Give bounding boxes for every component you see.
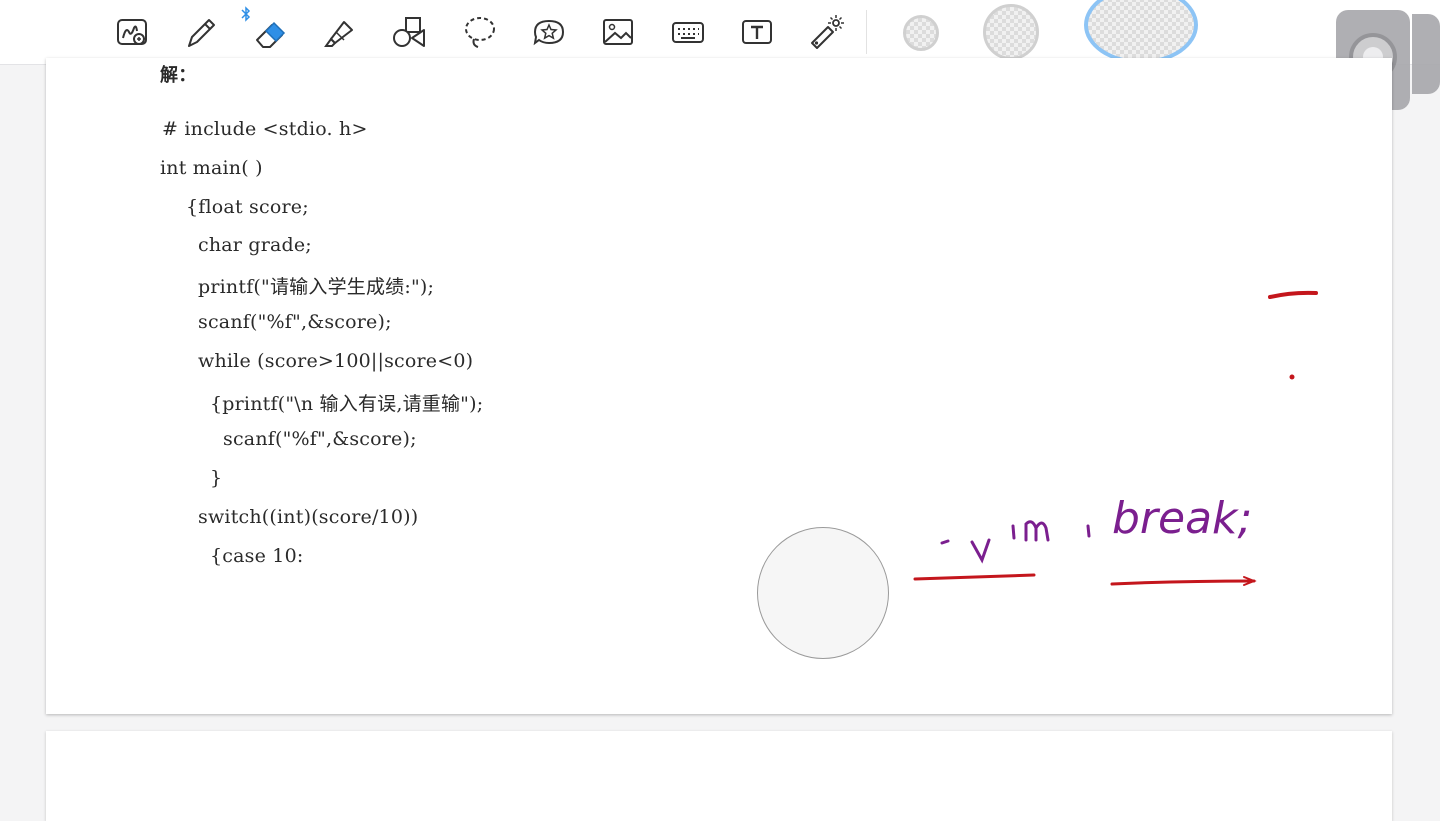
next-document-page[interactable] (46, 731, 1392, 821)
shapes-icon[interactable] (390, 12, 430, 52)
code-line: {case 10: (210, 545, 304, 567)
code-line: } (210, 467, 223, 489)
eraser-icon[interactable] (250, 12, 290, 52)
highlighter-icon[interactable] (320, 12, 360, 52)
solution-heading: 解： (160, 65, 197, 86)
image-icon[interactable] (598, 12, 638, 52)
handwriting-zoom-icon[interactable] (112, 12, 152, 52)
keyboard-icon[interactable] (668, 12, 708, 52)
bluetooth-icon (240, 6, 252, 22)
lasso-icon[interactable] (460, 12, 500, 52)
pen-icon[interactable] (181, 12, 221, 52)
code-line: int main( ) (160, 157, 263, 179)
sticker-icon[interactable] (529, 12, 569, 52)
eraser-size-small[interactable] (903, 15, 939, 51)
text-box-icon[interactable] (737, 12, 777, 52)
code-line: {float score; (186, 196, 309, 218)
code-line: {printf("\n 输入有误,请重输"); (210, 393, 484, 415)
document-page[interactable]: 解： # include <stdio. h> int main( ) {flo… (46, 58, 1392, 714)
side-panel-tab[interactable] (1412, 14, 1440, 94)
code-line: char grade; (198, 234, 312, 256)
code-line: scanf("%f",&score); (198, 311, 392, 333)
code-line: switch((int)(score/10)) (198, 506, 419, 528)
code-line: scanf("%f",&score); (223, 428, 417, 450)
touch-pointer-indicator (757, 527, 889, 659)
eraser-size-large-selected[interactable] (1084, 0, 1198, 64)
drawing-toolbar (0, 0, 1440, 65)
toolbar-divider (866, 10, 867, 54)
eraser-size-medium[interactable] (983, 4, 1039, 60)
laser-pointer-icon[interactable] (806, 12, 846, 52)
code-line: while (score>100||score<0) (198, 350, 474, 372)
code-line: printf("请输入学生成绩:"); (198, 276, 435, 298)
code-line: # include <stdio. h> (162, 118, 368, 140)
